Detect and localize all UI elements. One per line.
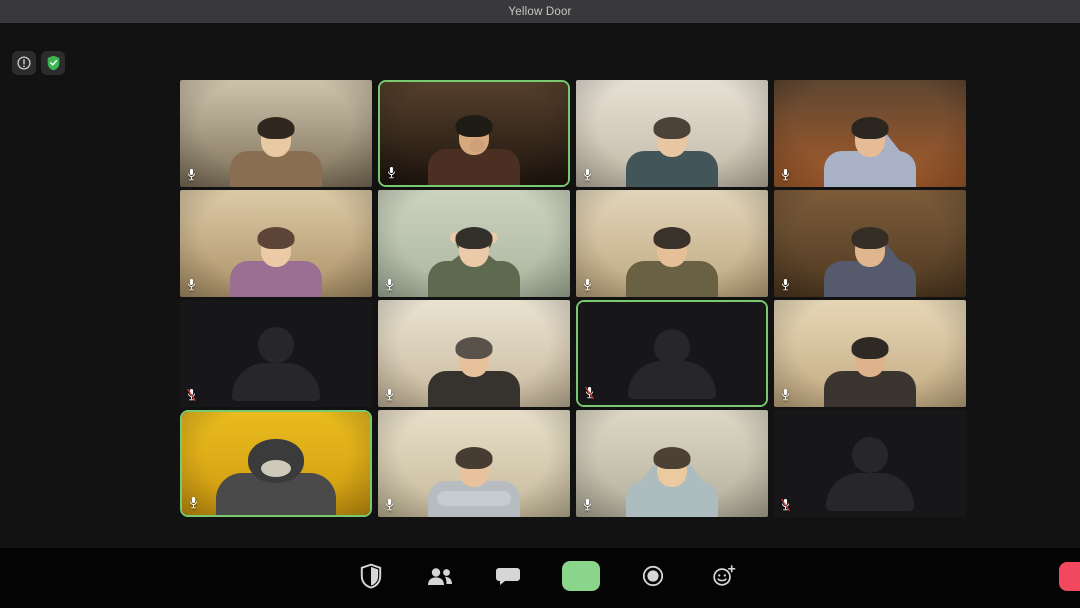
video-tile-p15-woman-waving-both-hands[interactable] [576, 410, 768, 517]
video-feed [378, 300, 570, 407]
participant-figure [180, 80, 372, 187]
video-feed [378, 190, 570, 297]
mic-icon [780, 278, 791, 292]
share-screen-button[interactable] [561, 556, 601, 596]
participant-figure [378, 300, 570, 407]
video-feed [576, 80, 768, 187]
chat-button[interactable] [488, 556, 528, 596]
participant-figure [774, 190, 966, 297]
participant-figure [774, 80, 966, 187]
participant-figure [380, 82, 568, 185]
meeting-info-controls [12, 51, 65, 75]
video-feed [774, 300, 966, 407]
participant-figure [576, 80, 768, 187]
video-tile-p7-man-glasses-olive-jacket[interactable] [576, 190, 768, 297]
mic-icon [186, 388, 197, 402]
avatar-placeholder [774, 410, 966, 517]
video-feed [774, 80, 966, 187]
video-tile-p2-man-curly-hair-hand-over-mouth[interactable] [378, 80, 570, 187]
shield-icon [359, 563, 383, 589]
window-title: Yellow Door [508, 6, 571, 18]
reactions-icon [711, 564, 736, 588]
mic-icon [186, 278, 197, 292]
participant-figure [576, 190, 768, 297]
participants-button[interactable] [420, 556, 460, 596]
leave-button[interactable] [1059, 562, 1080, 591]
video-tile-p13-gorilla-drawing-yellow[interactable] [180, 410, 372, 517]
participant-figure [576, 410, 768, 517]
mic-icon [384, 278, 395, 292]
avatar-placeholder [578, 302, 766, 405]
security-button[interactable] [351, 556, 391, 596]
mic-icon [780, 498, 791, 512]
mic-icon [582, 168, 593, 182]
info-icon [16, 55, 32, 71]
mic-icon [780, 388, 791, 402]
video-tile-p6-woman-heart-arms-green-sweater[interactable] [378, 190, 570, 297]
video-tile-p5-woman-purple-sweater-bookshelf[interactable] [180, 190, 372, 297]
video-feed [180, 80, 372, 187]
video-tile-p1-man-brown-sweater-office[interactable] [180, 80, 372, 187]
video-tile-p12-man-dark-polo-curtains[interactable] [774, 300, 966, 407]
participant-figure [378, 190, 570, 297]
video-tile-p10-man-glasses-dark-shirt-painting[interactable] [378, 300, 570, 407]
video-feed [380, 82, 568, 185]
participants-icon [425, 564, 455, 588]
mic-icon [584, 386, 595, 400]
mic-icon [582, 498, 593, 512]
participant-figure [182, 412, 370, 515]
video-feed [182, 412, 370, 515]
video-feed [576, 190, 768, 297]
video-grid [180, 80, 966, 517]
video-tile-p3-woman-glasses-scarf[interactable] [576, 80, 768, 187]
video-feed [774, 190, 966, 297]
encryption-badge-button[interactable] [41, 51, 65, 75]
video-feed [180, 190, 372, 297]
leave-pill [1059, 562, 1080, 591]
video-feed [576, 410, 768, 517]
video-tile-p11-video-off-participant-speaking[interactable] [576, 300, 768, 407]
meeting-toolbar [0, 548, 1080, 608]
video-tile-p4-woman-waving-floral-shirt[interactable] [774, 80, 966, 187]
avatar-placeholder [180, 300, 372, 407]
mic-icon [582, 278, 593, 292]
video-tile-p14-man-gray-sweater-arms-crossed[interactable] [378, 410, 570, 517]
video-tile-p16-video-off-participant[interactable] [774, 410, 966, 517]
participant-figure [180, 190, 372, 297]
mic-icon [384, 498, 395, 512]
meeting-info-button[interactable] [12, 51, 36, 75]
mic-icon [780, 168, 791, 182]
participant-figure [774, 300, 966, 407]
record-icon [641, 564, 665, 588]
video-tile-p9-video-off-participant[interactable] [180, 300, 372, 407]
participant-figure [378, 410, 570, 517]
reactions-button[interactable] [703, 556, 743, 596]
mic-icon [386, 166, 397, 180]
share-screen-pill [562, 561, 600, 591]
chat-icon [495, 564, 521, 588]
mic-icon [188, 496, 199, 510]
video-feed [378, 410, 570, 517]
record-button[interactable] [633, 556, 673, 596]
mic-icon [186, 168, 197, 182]
mic-icon [384, 388, 395, 402]
window-titlebar: Yellow Door [0, 0, 1080, 23]
video-tile-p8-man-plaid-shirt-raised-hand[interactable] [774, 190, 966, 297]
shield-check-icon [46, 55, 61, 71]
